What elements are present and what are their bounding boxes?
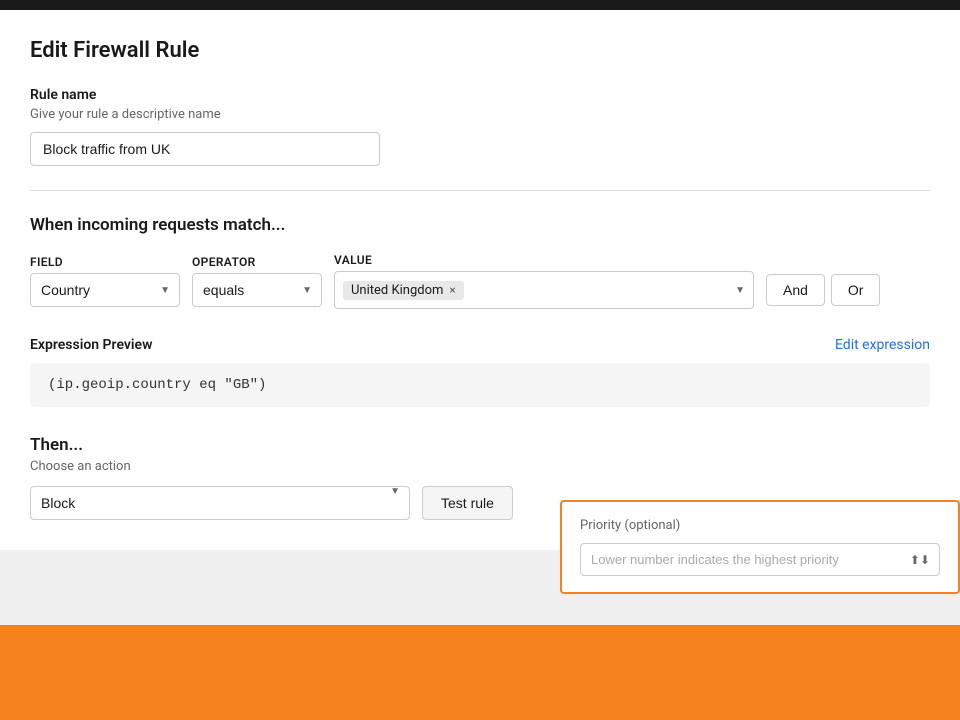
condition-row: Field Country ▼ Operator equals ▼ <box>30 253 930 309</box>
match-section-title: When incoming requests match... <box>30 215 930 235</box>
expression-box: (ip.geoip.country eq "GB") <box>30 363 930 407</box>
field-select-wrapper: Country ▼ <box>30 273 180 307</box>
operator-col: Operator equals ▼ <box>192 255 322 307</box>
rule-name-input[interactable] <box>30 132 380 166</box>
operator-select[interactable]: equals <box>192 273 322 307</box>
expression-header: Expression Preview Edit expression <box>30 337 930 353</box>
field-select[interactable]: Country <box>30 273 180 307</box>
section-divider <box>30 190 930 191</box>
value-field-wrapper[interactable]: United Kingdom × ▼ <box>334 271 754 309</box>
value-col: Value United Kingdom × ▼ <box>334 253 754 309</box>
value-dropdown-arrow-icon: ▼ <box>735 285 745 296</box>
field-col: Field Country ▼ <box>30 255 180 307</box>
field-col-label: Field <box>30 255 180 269</box>
top-bar <box>0 0 960 10</box>
operator-col-label: Operator <box>192 255 322 269</box>
value-tag-text: United Kingdom <box>351 283 443 298</box>
then-title: Then... <box>30 435 930 455</box>
value-col-label: Value <box>334 253 754 267</box>
expression-code: (ip.geoip.country eq "GB") <box>48 377 266 393</box>
page-container: Edit Firewall Rule Rule name Give your r… <box>0 10 960 550</box>
value-tag-close-icon[interactable]: × <box>449 284 455 296</box>
priority-label: Priority (optional) <box>580 518 940 533</box>
operator-select-wrapper: equals ▼ <box>192 273 322 307</box>
priority-select-wrapper: Lower number indicates the highest prior… <box>580 543 940 576</box>
priority-box: Priority (optional) Lower number indicat… <box>560 500 960 594</box>
orange-footer <box>0 625 960 720</box>
or-button[interactable]: Or <box>831 274 881 306</box>
and-or-buttons: And Or <box>766 274 880 306</box>
rule-name-label: Rule name <box>30 87 930 103</box>
test-rule-button[interactable]: Test rule <box>422 486 513 520</box>
priority-select[interactable]: Lower number indicates the highest prior… <box>580 543 940 576</box>
edit-expression-link[interactable]: Edit expression <box>835 337 930 353</box>
page-title: Edit Firewall Rule <box>30 38 930 63</box>
value-tag: United Kingdom × <box>343 281 464 300</box>
match-section: When incoming requests match... Field Co… <box>30 215 930 309</box>
expression-label: Expression Preview <box>30 337 152 353</box>
then-hint: Choose an action <box>30 459 930 474</box>
and-button[interactable]: And <box>766 274 825 306</box>
expression-section: Expression Preview Edit expression (ip.g… <box>30 337 930 407</box>
action-select[interactable]: Block Allow Challenge JS Challenge <box>30 486 410 520</box>
action-select-wrapper: Block Allow Challenge JS Challenge ▼ <box>30 486 410 520</box>
rule-name-hint: Give your rule a descriptive name <box>30 107 930 122</box>
rule-name-section: Rule name Give your rule a descriptive n… <box>30 87 930 166</box>
